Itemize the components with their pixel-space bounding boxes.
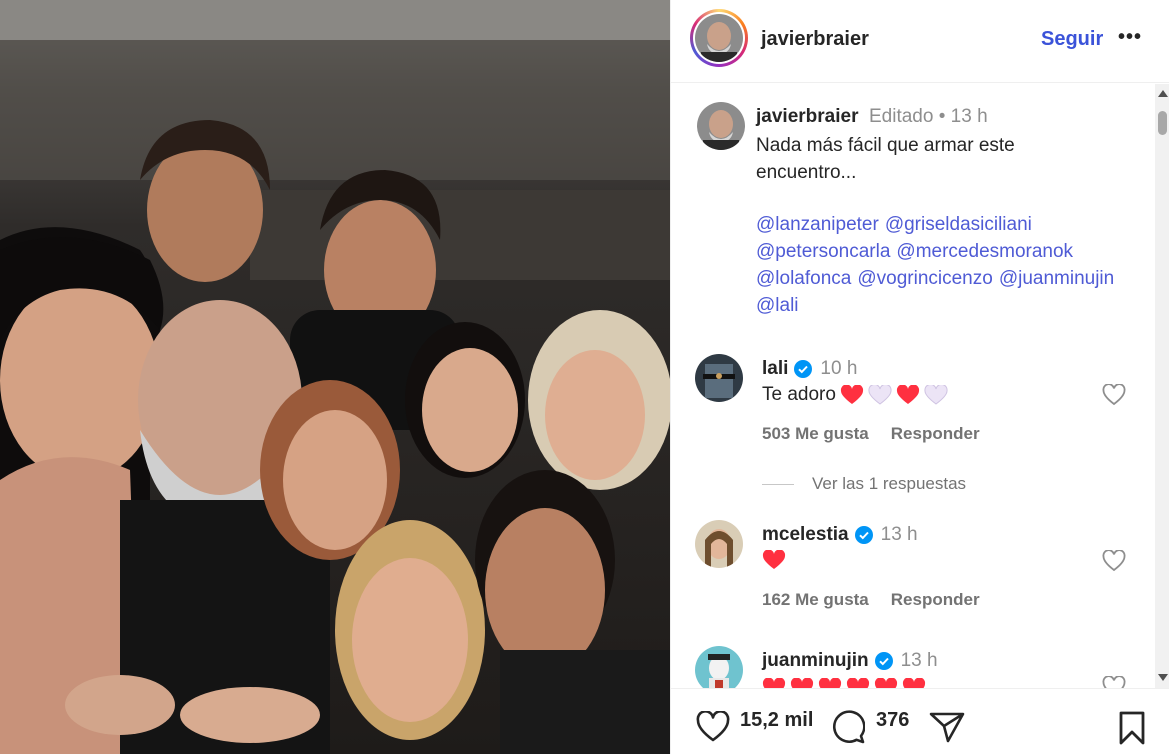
scroll-down-arrow-icon[interactable] — [1158, 674, 1168, 681]
mention-link[interactable]: @juanminujin — [999, 265, 1114, 292]
mention-link[interactable]: @vogrincicenzo — [857, 265, 992, 292]
comment-text — [762, 678, 926, 688]
heart-red-emoji — [762, 550, 786, 569]
commenter-avatar[interactable] — [695, 520, 743, 568]
heart-red-emoji — [818, 678, 842, 688]
view-replies-label: Ver las 1 respuestas — [812, 474, 967, 493]
caption-avatar[interactable] — [697, 102, 745, 150]
mention-link[interactable]: @lali — [756, 292, 799, 319]
header-username[interactable]: javierbraier — [761, 28, 869, 51]
share-icon[interactable] — [929, 711, 965, 743]
more-icon[interactable]: ••• — [1118, 26, 1142, 49]
comments-count[interactable]: 376 — [876, 709, 909, 732]
comment-likes[interactable]: 162 Me gusta — [762, 590, 869, 609]
heart-red-emoji — [846, 678, 870, 688]
post-side-panel: javierbraier Seguir ••• javierbraier Edi… — [670, 0, 1169, 754]
heart-red-emoji — [762, 678, 786, 688]
comment-time: 10 h — [820, 358, 858, 379]
heart-white-emoji — [868, 385, 892, 405]
scroll-up-arrow-icon[interactable] — [1158, 90, 1168, 97]
caption-text: Nada más fácil que armar este encuentro.… — [756, 135, 1015, 183]
comment-likes[interactable]: 503 Me gusta — [762, 424, 869, 443]
heart-red-emoji — [840, 385, 863, 404]
caption-mentions: @lanzanipeter @griseldasiciliani@peterson… — [756, 211, 1146, 319]
heart-white-emoji — [924, 385, 948, 405]
heart-red-emoji — [896, 385, 919, 404]
commenter-avatar[interactable] — [695, 646, 743, 688]
reply-button[interactable]: Responder — [891, 424, 980, 443]
view-replies-button[interactable]: Ver las 1 respuestas — [762, 474, 966, 494]
post-actions-bar: 15,2 mil 376 — [671, 688, 1169, 754]
mention-link[interactable]: @petersoncarla — [756, 238, 890, 265]
bookmark-icon[interactable] — [1118, 711, 1146, 745]
comment-text: Te adoro — [762, 384, 948, 406]
post-photo[interactable] — [0, 0, 670, 754]
caption-username[interactable]: javierbraier — [756, 106, 858, 128]
comment-heart-icon[interactable] — [1102, 676, 1126, 688]
replies-divider — [762, 483, 794, 485]
mention-link[interactable]: @griseldasiciliani — [885, 211, 1032, 238]
follow-button[interactable]: Seguir — [1041, 28, 1103, 51]
photo-illustration — [0, 0, 670, 754]
comments-scrollbar[interactable] — [1155, 84, 1169, 688]
comment-text-label: Te adoro — [762, 384, 836, 405]
commenter-username[interactable]: juanminujin — [762, 650, 869, 672]
comment-heart-icon[interactable] — [1102, 384, 1126, 406]
comment-time: 13 h — [900, 650, 938, 671]
caption-edited-time: Editado • 13 h — [869, 106, 988, 127]
heart-icon[interactable] — [696, 711, 730, 743]
comment-time: 13 h — [880, 524, 918, 545]
comment-heart-icon[interactable] — [1102, 550, 1126, 572]
mention-link[interactable]: @lanzanipeter — [756, 211, 879, 238]
commenter-avatar[interactable] — [695, 354, 743, 402]
mention-link[interactable]: @lolafonca — [756, 265, 851, 292]
commenter-username[interactable]: lali — [762, 358, 788, 380]
comment-icon[interactable] — [831, 710, 865, 744]
heart-red-emoji — [902, 678, 926, 688]
verified-icon — [794, 360, 813, 378]
heart-red-emoji — [790, 678, 814, 688]
comments-list[interactable]: javierbraier Editado • 13 h Nada más fác… — [671, 84, 1155, 688]
mention-link[interactable]: @mercedesmoranok — [896, 238, 1073, 265]
verified-icon — [874, 652, 893, 670]
verified-icon — [854, 526, 873, 544]
author-avatar[interactable] — [690, 9, 748, 67]
heart-red-emoji — [874, 678, 898, 688]
likes-count[interactable]: 15,2 mil — [740, 709, 813, 732]
post-header: javierbraier Seguir ••• — [671, 0, 1169, 83]
commenter-username[interactable]: mcelestia — [762, 524, 849, 546]
reply-button[interactable]: Responder — [891, 590, 980, 609]
scrollbar-thumb[interactable] — [1158, 111, 1167, 135]
author-avatar-image — [695, 14, 743, 62]
comment-text — [762, 550, 786, 570]
